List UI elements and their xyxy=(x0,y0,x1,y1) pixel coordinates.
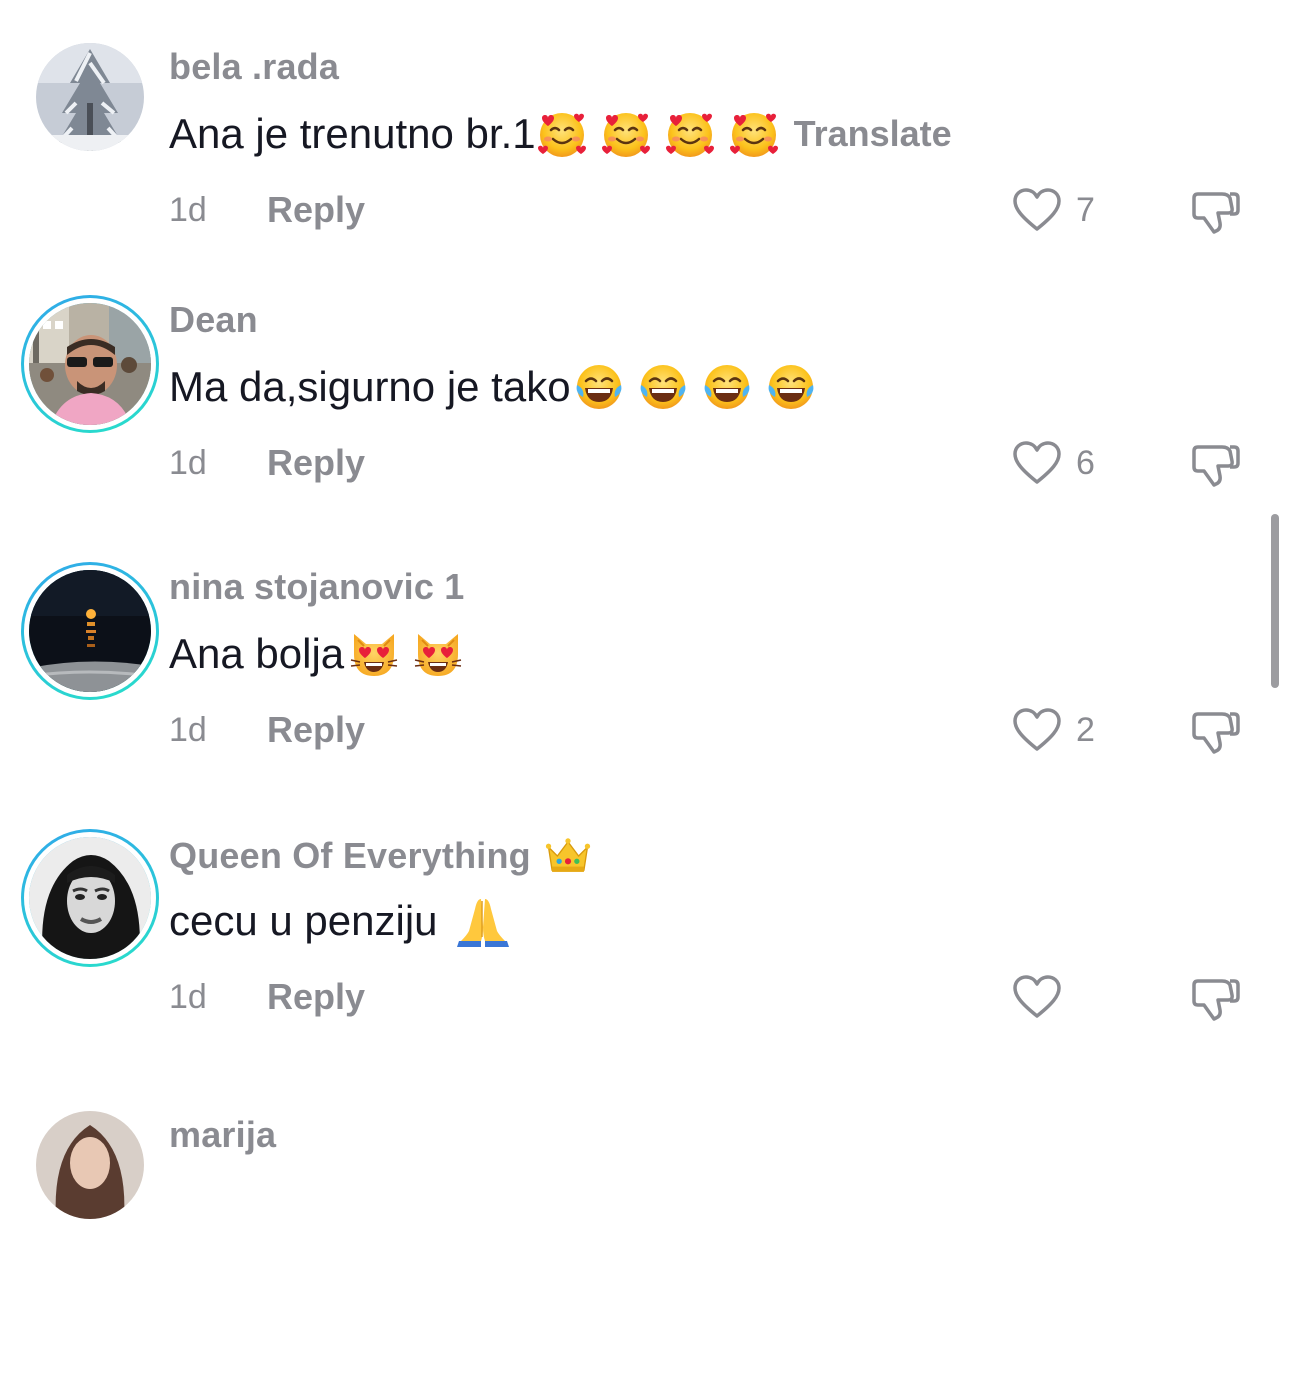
like-button[interactable]: 6 xyxy=(1012,441,1100,485)
heart-icon xyxy=(1012,974,1062,1020)
dislike-button[interactable] xyxy=(1190,184,1244,238)
timestamp: 1d xyxy=(169,190,207,229)
comment-meta: 1d Reply xyxy=(169,441,365,485)
tears-of-joy-icon xyxy=(637,361,689,413)
thumbs-down-icon xyxy=(1190,704,1244,758)
heart-eyes-cat-icon xyxy=(348,628,400,680)
avatar[interactable] xyxy=(21,562,159,700)
comment-text: Ma da,sigurno je tako xyxy=(169,359,827,415)
thumbs-down-icon xyxy=(1190,184,1244,238)
heart-eyes-cat-icon xyxy=(412,628,464,680)
woman-portrait-photo xyxy=(29,837,151,959)
like-button[interactable] xyxy=(1012,975,1100,1019)
avatar[interactable] xyxy=(35,1110,145,1220)
avatar[interactable] xyxy=(21,295,159,433)
comment-meta: 1d Reply xyxy=(169,975,365,1019)
username[interactable]: bela .rada xyxy=(169,46,339,88)
woman-brown-hair-photo xyxy=(36,1111,144,1219)
timestamp: 1d xyxy=(169,977,207,1016)
tears-of-joy-icon xyxy=(573,361,625,413)
smiling-face-with-hearts-icon xyxy=(600,108,652,160)
snowy-tree-photo xyxy=(36,43,144,151)
username[interactable]: nina stojanovic 1 xyxy=(169,566,464,608)
comment-item: Dean Ma da,sigurno je tako 1d Reply 6 xyxy=(0,295,1290,562)
comment-text: Ana je trenutno br.1 Translate xyxy=(169,106,952,162)
heart-icon xyxy=(1012,707,1062,753)
comment-meta: 1d Reply xyxy=(169,188,365,232)
dislike-button[interactable] xyxy=(1190,704,1244,758)
like-count: 2 xyxy=(1076,710,1095,749)
avatar[interactable] xyxy=(21,829,159,967)
dislike-button[interactable] xyxy=(1190,971,1244,1025)
like-count: 6 xyxy=(1076,443,1095,482)
scrollbar[interactable] xyxy=(1271,514,1279,688)
heart-icon xyxy=(1012,187,1062,233)
reply-button[interactable]: Reply xyxy=(267,189,365,231)
crown-icon xyxy=(545,833,591,879)
comment-item: Queen Of Everything cecu u penziju 1d Re… xyxy=(0,829,1290,1096)
thumbs-down-icon xyxy=(1190,437,1244,491)
smiling-face-with-hearts-icon xyxy=(728,108,780,160)
reply-button[interactable]: Reply xyxy=(267,976,365,1018)
smiling-face-with-hearts-icon xyxy=(536,108,588,160)
like-button[interactable]: 7 xyxy=(1012,188,1100,232)
like-button[interactable]: 2 xyxy=(1012,708,1100,752)
like-count: 7 xyxy=(1076,190,1095,229)
tears-of-joy-icon xyxy=(701,361,753,413)
timestamp: 1d xyxy=(169,443,207,482)
thumbs-down-icon xyxy=(1190,971,1244,1025)
comment-item: bela .rada Ana je trenutno br.1 Translat… xyxy=(0,42,1290,309)
dislike-button[interactable] xyxy=(1190,437,1244,491)
comment-meta: 1d Reply xyxy=(169,708,365,752)
username[interactable]: Dean xyxy=(169,299,258,341)
folded-hands-icon xyxy=(453,895,513,947)
night-sea-photo xyxy=(29,570,151,692)
tears-of-joy-icon xyxy=(765,361,817,413)
comment-text: Ana bolja xyxy=(169,626,474,682)
comment-item: marija xyxy=(0,1110,1290,1377)
translate-link[interactable]: Translate xyxy=(794,113,952,155)
comment-item: nina stojanovic 1 Ana bolja 1d Reply 2 xyxy=(0,562,1290,829)
smiling-face-with-hearts-icon xyxy=(664,108,716,160)
timestamp: 1d xyxy=(169,710,207,749)
avatar[interactable] xyxy=(35,42,145,152)
username[interactable]: Queen Of Everything xyxy=(169,833,601,879)
man-sunglasses-photo xyxy=(29,303,151,425)
comment-text: cecu u penziju xyxy=(169,893,523,949)
heart-icon xyxy=(1012,440,1062,486)
reply-button[interactable]: Reply xyxy=(267,442,365,484)
username[interactable]: marija xyxy=(169,1114,276,1156)
reply-button[interactable]: Reply xyxy=(267,709,365,751)
